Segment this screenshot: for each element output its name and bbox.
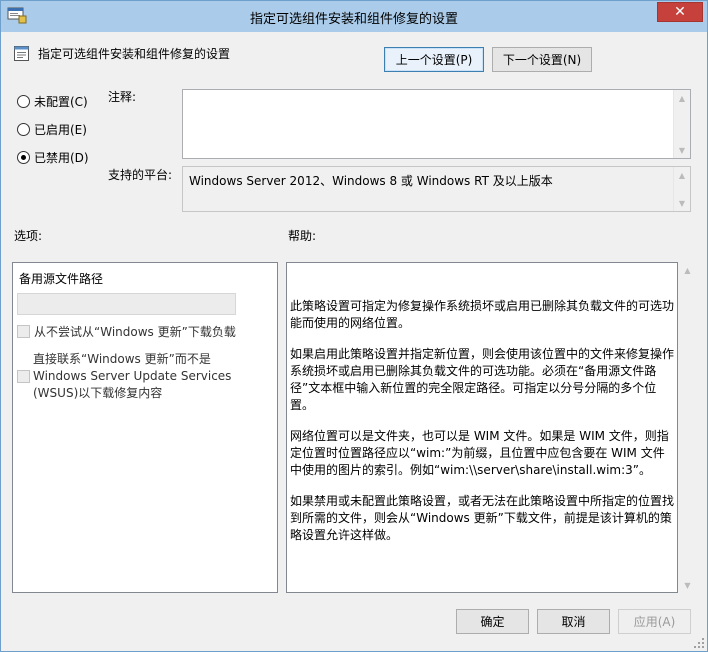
comment-scrollbar[interactable]: ▲ ▼ [673,90,690,158]
cancel-button[interactable]: 取消 [537,609,610,634]
help-paragraph: 网络位置可以是文件夹，也可以是 WIM 文件。如果是 WIM 文件，则指定位置时… [290,429,669,477]
help-paragraph: 此策略设置可指定为修复操作系统损坏或启用已删除其负载文件的可选功能而使用的网络位… [290,299,675,330]
options-section-label: 选项: [14,229,43,243]
platform-box: Windows Server 2012、Windows 8 或 Windows … [182,166,691,212]
radio-enabled-label: 已启用(E) [34,123,87,137]
title-bar[interactable]: 指定可选组件安装和组件修复的设置 ✕ [1,1,707,32]
help-section-label: 帮助: [288,229,317,243]
scroll-up-icon[interactable]: ▲ [674,90,690,106]
policy-dialog: 指定可选组件安装和组件修复的设置 ✕ 指定可选组件安装和组件修复的设置 上一个设… [0,0,708,652]
comment-textarea[interactable]: ▲ ▼ [182,89,691,159]
scroll-down-icon[interactable]: ▼ [679,577,696,593]
comment-label: 注释: [108,90,137,104]
checkbox-contact-wu-label: 直接联系“Windows 更新”而不是 Windows Server Updat… [33,352,232,400]
ok-button[interactable]: 确定 [456,609,529,634]
platform-scrollbar[interactable]: ▲ ▼ [673,167,690,211]
policy-name: 指定可选组件安装和组件修复的设置 [38,47,231,61]
help-panel: 此策略设置可指定为修复操作系统损坏或启用已删除其负载文件的可选功能而使用的网络位… [286,262,678,593]
scroll-up-icon[interactable]: ▲ [674,167,690,183]
help-paragraph: 如果启用此策略设置并指定新位置，则会使用该位置中的文件来修复操作系统损坏或启用已… [290,347,675,412]
checkbox-never-download-box[interactable] [17,325,30,338]
help-text: 此策略设置可指定为修复操作系统损坏或启用已删除其负载文件的可选功能而使用的网络位… [290,298,674,558]
close-icon: ✕ [674,4,686,20]
options-panel: 备用源文件路径 从不尝试从“Windows 更新”下载负载 直接联系“Windo… [12,262,278,593]
help-scrollbar[interactable]: ▲ ▼ [679,262,696,593]
checkbox-never-download-label: 从不尝试从“Windows 更新”下载负载 [34,325,236,339]
help-paragraph: 如果禁用或未配置此策略设置，或者无法在此策略设置中所指定的位置找到所需的文件，则… [290,494,675,542]
checkbox-contact-wu-box[interactable] [17,370,30,383]
radio-enabled-circle[interactable] [17,123,30,136]
window-title: 指定可选组件安装和组件修复的设置 [249,12,458,27]
resize-grip-icon[interactable] [693,637,705,649]
apply-button[interactable]: 应用(A) [618,609,691,634]
radio-not-configured-circle[interactable] [17,95,30,108]
radio-enabled[interactable]: 已启用(E) [17,121,87,138]
checkbox-never-download[interactable]: 从不尝试从“Windows 更新”下载负载 [17,323,236,340]
next-setting-button[interactable]: 下一个设置(N) [492,47,592,72]
scroll-up-icon[interactable]: ▲ [679,262,696,278]
alternate-source-path-input[interactable] [17,293,236,315]
alternate-source-path-label: 备用源文件路径 [19,272,104,286]
platform-label: 支持的平台: [108,168,173,182]
checkbox-contact-wu[interactable]: 直接联系“Windows 更新”而不是 Windows Server Updat… [17,351,247,402]
previous-setting-button[interactable]: 上一个设置(P) [384,47,484,72]
scroll-down-icon[interactable]: ▼ [674,195,690,211]
policy-setting-icon [14,46,29,61]
radio-not-configured-label: 未配置(C) [34,95,88,109]
radio-disabled-circle[interactable] [17,151,30,164]
close-button[interactable]: ✕ [657,2,703,22]
radio-not-configured[interactable]: 未配置(C) [17,93,88,110]
platform-value: Windows Server 2012、Windows 8 或 Windows … [189,174,553,188]
radio-disabled-label: 已禁用(D) [34,151,89,165]
radio-disabled[interactable]: 已禁用(D) [17,149,89,166]
scroll-down-icon[interactable]: ▼ [674,142,690,158]
